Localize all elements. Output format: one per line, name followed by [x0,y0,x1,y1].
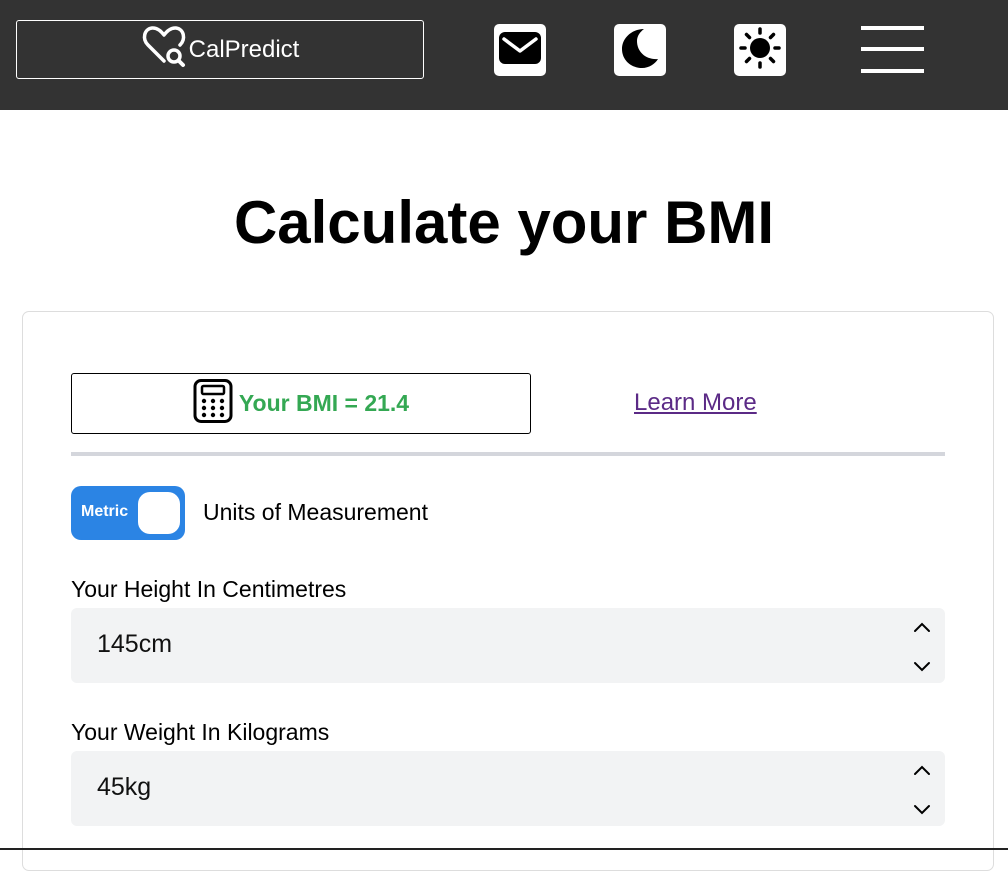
page-title: Calculate your BMI [233,189,775,256]
weight-value: 45kg [97,773,152,801]
light-mode-button[interactable] [734,24,786,76]
units-label: Units of Measurement [203,499,428,525]
height-increment-chevron-up-icon[interactable] [913,620,931,632]
menu-icon[interactable] [861,26,924,74]
weight-label: Your Weight In Kilograms [71,719,330,745]
learn-more-link[interactable]: Learn More [634,389,757,417]
calculator-icon [193,379,233,428]
weight-input[interactable]: 45kg [71,751,945,826]
brand-label: CalPredict [188,35,300,63]
sun-icon [738,26,782,75]
heart-search-icon [141,23,189,76]
brand-button[interactable]: CalPredict [16,20,424,79]
moon-icon [618,26,662,75]
top-nav-bar: CalPredict [0,0,1008,110]
bmi-result-text: Your BMI = 21.4 [238,390,410,416]
height-value: 145cm [97,630,173,658]
metric-toggle-label: Metric [81,503,129,520]
section-divider [71,452,945,456]
mail-icon [498,30,542,71]
height-input[interactable]: 145cm [71,608,945,683]
height-decrement-chevron-down-icon[interactable] [913,660,931,672]
toggle-knob [138,492,180,534]
dark-mode-button[interactable] [614,24,666,76]
bmi-result-box: Your BMI = 21.4 [71,373,531,434]
weight-decrement-chevron-down-icon[interactable] [913,803,931,815]
height-label: Your Height In Centimetres [71,576,347,602]
metric-toggle[interactable]: Metric [71,486,185,540]
mail-button[interactable] [494,24,546,76]
weight-increment-chevron-up-icon[interactable] [913,763,931,775]
